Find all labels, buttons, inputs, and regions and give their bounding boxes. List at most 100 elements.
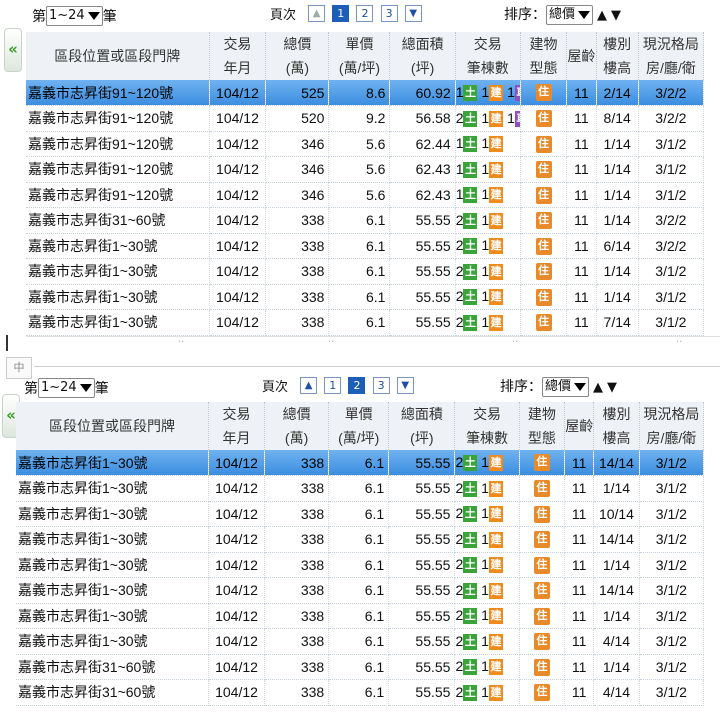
table-row[interactable]: 嘉義市志昇街1~30號 104/12 338 6.1 55.55 2 土 1建 住 11 14/… [16, 526, 705, 553]
column-header-layout[interactable]: 現況格局 房/廳/衛 [639, 402, 705, 450]
building-badge-icon: 建 [489, 187, 504, 204]
table-row[interactable]: 嘉義市志昇街91~120號104/125209.256.582土 1建 1車 住… [26, 105, 705, 132]
column-header-floor[interactable]: 樓別 樓高 [596, 32, 639, 80]
horizontal-scrollbar[interactable]: ·· ·· ·· ·· [26, 336, 720, 350]
deal-count-cell: 2土 1建 1車 [455, 105, 521, 132]
column-header-addr[interactable]: 區段位置或區段門牌 [16, 402, 210, 450]
parking-count: 1 [507, 109, 515, 126]
column-header-age[interactable]: 屋齡 [564, 402, 595, 450]
column-header-btype[interactable]: 建物 型態 [519, 402, 566, 450]
date-cell: 104/12 [209, 309, 267, 336]
double-chevron-left-icon: « [6, 406, 16, 424]
column-header-age[interactable]: 屋齡 [566, 32, 597, 80]
deal-count-cell: 2土 1建 [454, 450, 520, 476]
table-row[interactable]: 嘉義市志昇街31~60號 104/12 338 6.1 55.55 2 土 1建 住 11 4/… [16, 679, 705, 706]
chevron-down-icon [79, 384, 92, 392]
table-row[interactable]: 嘉義市志昇街1~30號 104/12 338 6.1 55.55 2 土 1建 住 11 1/1… [16, 475, 705, 502]
residential-type-badge: 住 [533, 658, 550, 676]
table-row[interactable]: 嘉義市志昇街1~30號 104/12 338 6.1 55.55 2 土 1建 住 11 7/1… [26, 309, 705, 336]
next-page-button[interactable]: ▼ [396, 377, 414, 394]
sort-select[interactable]: 總價 [542, 377, 590, 397]
table-row[interactable]: 嘉義市志昇街1~30號 104/12 338 6.1 55.55 2 土 1建 住 11 6/1… [26, 233, 705, 259]
land-badge-icon: 土 [463, 238, 478, 255]
sort-down-icon[interactable]: ▼ [607, 380, 617, 395]
age-cell: 11 [566, 80, 597, 106]
floor-cell: 1/14 [596, 131, 639, 157]
price-cell: 346 [265, 182, 330, 208]
unit-price-cell: 6.1 [328, 233, 391, 259]
price-cell: 338 [264, 475, 330, 502]
column-header-unit[interactable]: 單價 (萬/坪) [328, 402, 390, 450]
collapse-panel-button[interactable]: « [4, 28, 22, 72]
table-row[interactable]: 嘉義市志昇街91~120號 104/12 346 5.6 62.43 1 土 1建 住 11 1… [26, 156, 705, 183]
page-button-2[interactable]: 2 [348, 377, 366, 394]
table-row[interactable]: 嘉義市志昇街31~60號 104/12 338 6.1 55.55 2 土 1建 住 11 1/… [16, 654, 705, 680]
page-button-3[interactable]: 3 [380, 5, 398, 22]
page-button-1[interactable]: 1 [332, 5, 350, 22]
toolbar: 第 1~24 筆 頁次 ▲ 1 2 3 ▼ 排序： 總價 ▲ ▼ [0, 4, 720, 26]
prev-page-button[interactable]: ▲ [308, 5, 326, 22]
land-count: 1 [455, 135, 464, 152]
table-row[interactable]: 嘉義市志昇街31~60號 104/12 338 6.1 55.55 2 土 1建 住 11 1/… [26, 207, 705, 234]
column-header-addr[interactable]: 區段位置或區段門牌 [26, 32, 210, 80]
prev-page-button[interactable]: ▲ [300, 377, 318, 394]
residential-type-badge: 住 [533, 531, 550, 549]
land-count: 2 [455, 109, 464, 126]
column-header-btype[interactable]: 建物 型態 [520, 32, 568, 80]
sort-select[interactable]: 總價 [546, 5, 594, 25]
age-cell: 11 [566, 182, 597, 208]
sort-down-icon[interactable]: ▼ [611, 8, 621, 23]
residential-type-badge: 住 [535, 237, 552, 255]
column-header-date[interactable]: 交易 年月 [208, 402, 265, 450]
page-button-2[interactable]: 2 [356, 5, 374, 22]
table-row[interactable]: 嘉義市志昇街91~120號104/125258.660.921土 1建 1車 住… [26, 80, 705, 106]
page-button-3[interactable]: 3 [372, 377, 390, 394]
residential-type-badge: 住 [533, 454, 550, 472]
land-count: 2 [455, 453, 464, 470]
column-header-layout[interactable]: 現況格局 房/廳/衛 [638, 32, 705, 80]
column-header-unit[interactable]: 單價 (萬/坪) [328, 32, 391, 80]
unit-price-cell: 6.1 [328, 475, 390, 502]
column-header-deal[interactable]: 交易 筆棟數 [455, 32, 521, 80]
area-cell: 55.55 [389, 284, 456, 310]
table-row[interactable]: 嘉義市志昇街1~30號 104/12 338 6.1 55.55 2 土 1建 住 11 4/1… [16, 628, 705, 655]
table-row[interactable]: 嘉義市志昇街91~120號 104/12 346 5.6 62.43 1 土 1建 住 11 1… [26, 182, 705, 208]
table-row[interactable]: 嘉義市志昇街1~30號 104/12 338 6.1 55.55 2 土 1建 住 11 1/1… [26, 258, 705, 285]
address-cell: 嘉義市志昇街1~30號 [26, 284, 210, 310]
column-header-btype-line: 建物 [527, 406, 556, 422]
table-row[interactable]: 嘉義市志昇街1~30號 104/12 338 6.1 55.55 2 土 1建 住 11 10/… [16, 501, 705, 527]
building-count: 1 [481, 262, 490, 279]
table-row[interactable]: 嘉義市志昇街91~120號 104/12 346 5.6 62.44 1 土 1建 住 11 1… [26, 131, 705, 157]
table-row[interactable]: 嘉義市志昇街1~30號 104/12 338 6.1 55.55 2 土 1建 住 11 14/… [16, 577, 705, 604]
date-cell: 104/12 [208, 603, 265, 629]
price-cell: 338 [265, 258, 330, 285]
age-cell: 11 [564, 526, 595, 553]
table-row[interactable]: 嘉義市志昇街1~30號 104/12 338 6.1 55.55 2 土 1建 住 11 1/1… [16, 603, 705, 629]
land-badge-icon: 土 [463, 480, 478, 497]
building-badge-icon: 建 [488, 480, 503, 497]
column-header-price[interactable]: 總價 (萬) [265, 32, 330, 80]
column-header-area[interactable]: 總面積 (坪) [389, 32, 456, 80]
building-type-cell: 住 [519, 654, 566, 680]
deal-count-cell: 2土 1建 [455, 207, 521, 234]
address-cell: 嘉義市志昇街91~120號 [26, 105, 210, 132]
column-header-floor[interactable]: 樓別 樓高 [593, 402, 640, 450]
deal-count-cell: 2土 1建 [455, 258, 521, 285]
range-select[interactable]: 1~24 [46, 6, 103, 26]
range-select[interactable]: 1~24 [38, 378, 95, 398]
next-page-button[interactable]: ▼ [404, 5, 422, 22]
sort-up-icon[interactable]: ▲ [593, 380, 603, 395]
page-button-1[interactable]: 1 [324, 377, 342, 394]
sort-up-icon[interactable]: ▲ [597, 8, 607, 23]
unit-price-cell: 5.6 [328, 182, 391, 208]
table-row[interactable]: 嘉義市志昇街1~30號 104/12 338 6.1 55.55 2 土 1建 住 11 1/1… [16, 552, 705, 578]
table-row[interactable]: 嘉義市志昇街1~30號 104/12 338 6.1 55.55 2 土 1建 住 11 1/1… [26, 284, 705, 310]
column-header-date[interactable]: 交易 年月 [209, 32, 267, 80]
table-row[interactable]: 嘉義市志昇街1~30號 104/12 338 6.1 55.55 2 土 1建 住 11 14/… [16, 450, 705, 476]
land-badge-icon: 土 [463, 557, 478, 574]
building-badge-icon: 建 [488, 684, 503, 701]
land-badge-icon: 土 [463, 314, 478, 331]
column-header-area[interactable]: 總面積 (坪) [388, 402, 456, 450]
column-header-price[interactable]: 總價 (萬) [264, 402, 330, 450]
column-header-deal[interactable]: 交易 筆棟數 [454, 402, 520, 450]
